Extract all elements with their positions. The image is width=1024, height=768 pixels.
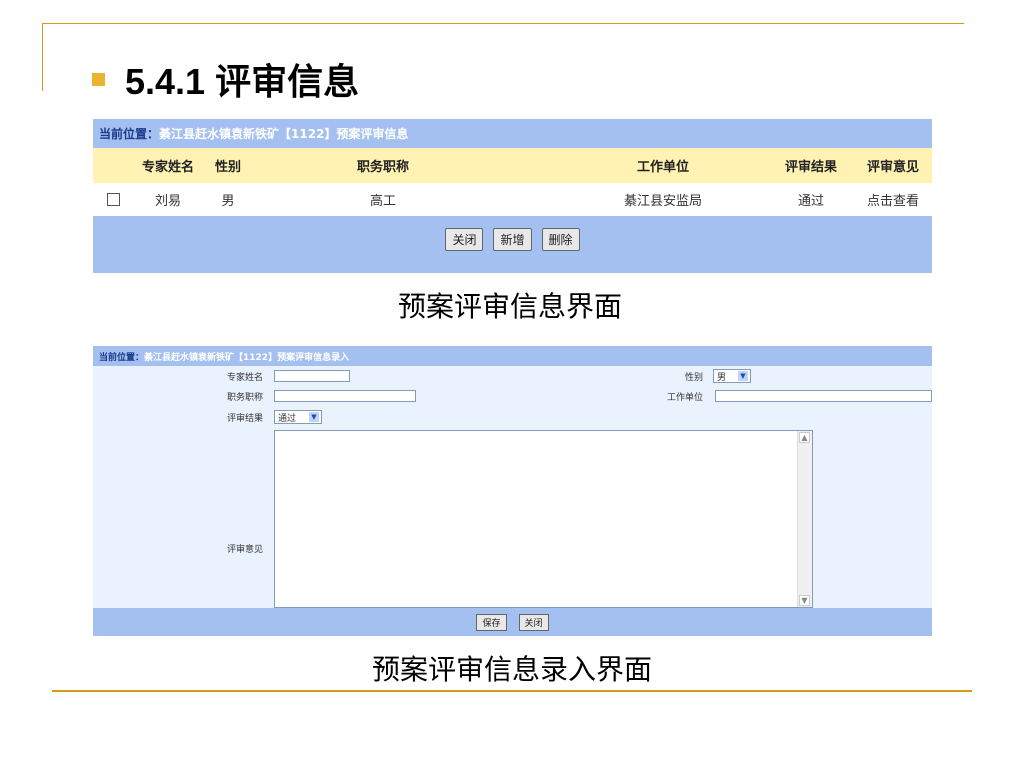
breadcrumb: 当前位置： 綦江县赶水镇袁新铁矿【1122】预案评审信息录入 [93,346,932,366]
sex-select-value: 男 [717,372,727,383]
col-header-sex: 性别 [214,160,241,175]
bullet-square-icon [92,72,105,86]
col-header-name: 专家姓名 [141,160,194,175]
entry-form: 专家姓名 性别 男 ▼ 职务职称 工作单位 评审结果 通过 ▼ 评审意见 ▲ ▼ [93,366,932,608]
cell-title: 高工 [369,194,396,209]
list-action-bar: 关闭 新增 删除 [93,216,932,273]
review-entry-screenshot: 当前位置： 綦江县赶水镇袁新铁矿【1122】预案评审信息录入 专家姓名 性别 男… [93,346,932,636]
result-select[interactable]: 通过 ▼ [274,410,322,424]
close-button[interactable]: 关闭 [445,228,484,251]
work-unit-label: 工作单位 [666,393,703,403]
opinion-scrollbar[interactable]: ▲ ▼ [797,431,812,607]
entry-action-bar: 保存 关闭 [93,608,932,636]
entry-screen-caption: 预案评审信息录入界面 [371,653,652,686]
row-select-checkbox[interactable] [106,193,120,206]
opinion-label: 评审意见 [226,545,263,555]
cell-sex: 男 [221,194,235,209]
view-opinion-link[interactable]: 点击查看 [838,183,948,216]
table-row: 刘易 男 高工 綦江县安监局 通过 点击查看 [93,183,932,216]
result-label: 评审结果 [226,414,263,424]
job-title-input[interactable] [274,390,416,402]
sex-select[interactable]: 男 ▼ [713,369,751,383]
breadcrumb-label: 当前位置： [99,127,160,141]
breadcrumb: 当前位置： 綦江县赶水镇袁新铁矿【1122】预案评审信息 [93,119,932,148]
top-divider-line [42,23,964,24]
scroll-up-icon[interactable]: ▲ [799,432,810,443]
breadcrumb-label: 当前位置： [99,352,145,363]
delete-button[interactable]: 删除 [541,228,580,251]
job-title-label: 职务职称 [226,393,263,403]
col-header-title: 职务职称 [356,160,409,175]
result-select-value: 通过 [278,413,297,424]
breadcrumb-path: 綦江县赶水镇袁新铁矿【1122】预案评审信息录入 [144,352,350,363]
left-divider-line [42,23,43,91]
cell-name: 刘易 [154,194,181,209]
save-button[interactable]: 保存 [476,613,507,631]
review-list-screenshot: 当前位置： 綦江县赶水镇袁新铁矿【1122】预案评审信息 专家姓名 性别 职务职… [93,119,932,273]
col-header-opinion: 评审意见 [866,160,919,175]
opinion-textarea[interactable]: ▲ ▼ [274,430,813,608]
expert-name-label: 专家姓名 [226,373,263,383]
sex-label: 性别 [684,373,703,383]
work-unit-input[interactable] [715,390,932,402]
bottom-divider-line [52,690,972,692]
chevron-down-icon: ▼ [738,371,748,381]
add-button[interactable]: 新增 [493,228,532,251]
scroll-down-icon[interactable]: ▼ [799,595,810,606]
chevron-down-icon: ▼ [309,412,319,422]
row-select-cell[interactable] [103,183,123,216]
slide-title: 5.4.1 评审信息 [92,54,359,104]
list-screen-caption: 预案评审信息界面 [397,290,622,323]
title-text: 5.4.1 评审信息 [125,61,360,102]
breadcrumb-path: 綦江县赶水镇袁新铁矿【1122】预案评审信息 [159,127,409,141]
close-button[interactable]: 关闭 [518,613,549,631]
table-header: 专家姓名 性别 职务职称 工作单位 评审结果 评审意见 [93,148,932,183]
expert-name-input[interactable] [274,370,350,382]
